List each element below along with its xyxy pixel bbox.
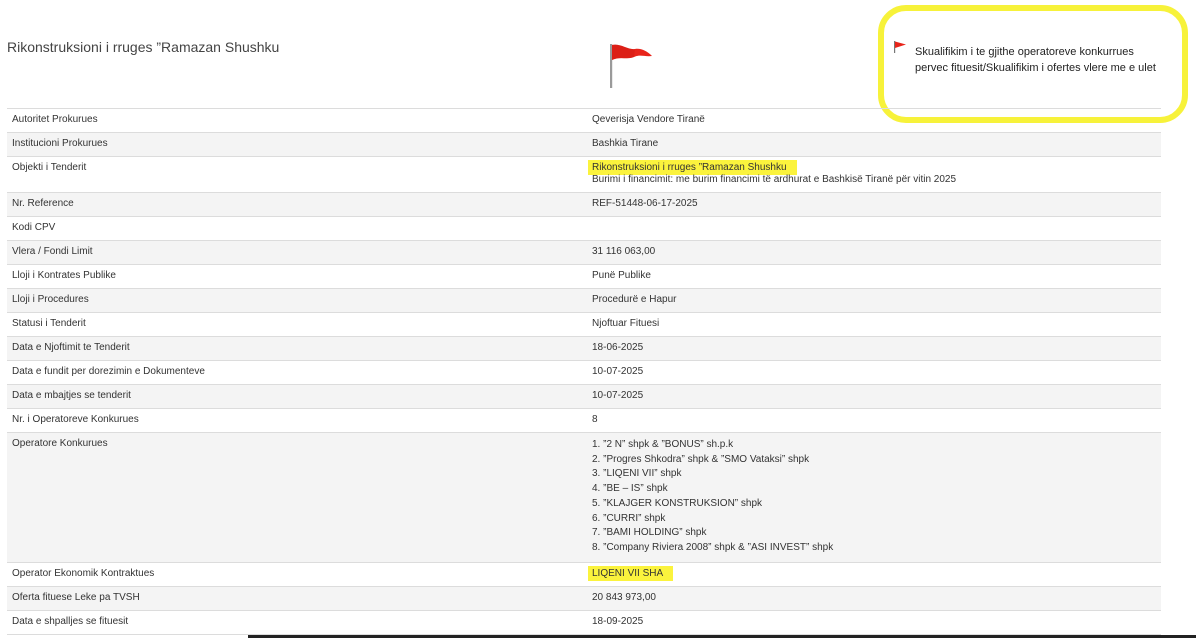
row-value: Punë Publike bbox=[587, 264, 1161, 289]
row-label: Lloji i Kontrates Publike bbox=[7, 264, 587, 289]
tender-details-table: Autoritet Prokurues Qeverisja Vendore Ti… bbox=[7, 108, 1161, 635]
row-label: Nr. Reference bbox=[7, 192, 587, 217]
row-label: Autoritet Prokurues bbox=[7, 108, 587, 133]
row-label: Data e mbajtjes se tenderit bbox=[7, 384, 587, 409]
row-value: Procedurë e Hapur bbox=[587, 288, 1161, 313]
table-row: Vlera / Fondi Limit 31 116 063,00 bbox=[7, 240, 1161, 265]
table-row: Lloji i Kontrates Publike Punë Publike bbox=[7, 264, 1161, 289]
row-value: 10-07-2025 bbox=[587, 360, 1161, 385]
row-label: Lloji i Procedures bbox=[7, 288, 587, 313]
table-row: Operator Ekonomik Kontraktues LIQENI VII… bbox=[7, 561, 1161, 587]
disqualification-note: Skualifikim i te gjithe operatoreve konk… bbox=[915, 46, 1156, 74]
row-label: Data e fundit per dorezimin e Dokumentev… bbox=[7, 360, 587, 385]
row-value: 8 bbox=[587, 408, 1161, 433]
row-label: Oferta fituese Leke pa TVSH bbox=[7, 585, 587, 611]
table-row: Oferta fituese Leke pa TVSH 20 843 973,0… bbox=[7, 585, 1161, 611]
contractor-highlight: LIQENI VII SHA bbox=[588, 565, 674, 581]
table-row: Statusi i Tenderit Njoftuar Fituesi bbox=[7, 312, 1161, 337]
operator-item: 2. ”Progres Shkodra” shpk & ”SMO Vataksi… bbox=[592, 453, 810, 465]
table-row: Institucioni Prokurues Bashkia Tirane bbox=[7, 132, 1161, 157]
row-value bbox=[587, 216, 1161, 241]
row-value: Njoftuar Fituesi bbox=[587, 312, 1161, 337]
row-value: 31 116 063,00 bbox=[587, 240, 1161, 265]
row-label: Operator Ekonomik Kontraktues bbox=[7, 561, 587, 587]
table-row: Data e mbajtjes se tenderit 10-07-2025 bbox=[7, 384, 1161, 409]
table-row: Data e shpalljes se fituesit 18-09-2025 bbox=[7, 609, 1161, 635]
row-label: Objekti i Tenderit bbox=[7, 156, 587, 193]
row-value: Qeverisja Vendore Tiranë bbox=[587, 108, 1161, 133]
operator-item: 7. ”BAMI HOLDING” shpk bbox=[592, 527, 707, 539]
tender-object-highlight: Rikonstruksioni i rruges ”Ramazan Shushk… bbox=[588, 160, 797, 175]
row-value: 10-07-2025 bbox=[587, 384, 1161, 409]
row-label: Data e Njoftimit te Tenderit bbox=[7, 336, 587, 361]
operator-item: 1. ”2 N” shpk & ”BONUS” sh.p.k bbox=[592, 439, 734, 450]
table-row: Autoritet Prokurues Qeverisja Vendore Ti… bbox=[7, 108, 1161, 133]
row-value: 1. ”2 N” shpk & ”BONUS” sh.p.k 2. ”Progr… bbox=[587, 432, 1161, 563]
row-value: 20 843 973,00 bbox=[587, 585, 1161, 611]
table-row: Data e fundit per dorezimin e Dokumentev… bbox=[7, 360, 1161, 385]
red-flag-icon bbox=[610, 44, 652, 88]
table-row: Operatore Konkurues 1. ”2 N” shpk & ”BON… bbox=[7, 432, 1161, 563]
small-red-flag-icon bbox=[894, 41, 906, 53]
row-value: REF-51448-06-17-2025 bbox=[587, 192, 1161, 217]
table-row: Nr. Reference REF-51448-06-17-2025 bbox=[7, 192, 1161, 217]
table-row: Objekti i Tenderit Rikonstruksioni i rru… bbox=[7, 156, 1161, 193]
row-label: Data e shpalljes se fituesit bbox=[7, 609, 587, 635]
table-row: Data e Njoftimit te Tenderit 18-06-2025 bbox=[7, 336, 1161, 361]
operator-item: 3. ”LIQENI VII” shpk bbox=[592, 468, 682, 480]
row-value: 18-09-2025 bbox=[587, 609, 1161, 635]
row-value: Bashkia Tirane bbox=[587, 132, 1161, 157]
table-row: Kodi CPV bbox=[7, 216, 1161, 241]
row-value: Rikonstruksioni i rruges ”Ramazan Shushk… bbox=[587, 156, 1161, 193]
row-label: Institucioni Prokurues bbox=[7, 132, 587, 157]
row-label: Vlera / Fondi Limit bbox=[7, 240, 587, 265]
table-row: Nr. i Operatoreve Konkurues 8 bbox=[7, 408, 1161, 433]
row-label: Kodi CPV bbox=[7, 216, 587, 241]
table-row: Lloji i Procedures Procedurë e Hapur bbox=[7, 288, 1161, 313]
row-label: Statusi i Tenderit bbox=[7, 312, 587, 337]
row-label: Nr. i Operatoreve Konkurues bbox=[7, 408, 587, 433]
operator-item: 4. ”BE – IS” shpk bbox=[592, 483, 668, 495]
operator-item: 6. ”CURRI” shpk bbox=[592, 512, 666, 524]
row-label: Operatore Konkurues bbox=[7, 432, 587, 563]
row-value: LIQENI VII SHA bbox=[587, 561, 1161, 587]
financing-source: Burimi i financimit: me burim financimi … bbox=[592, 174, 957, 185]
operator-item: 8. ”Company Riviera 2008” shpk & ”ASI IN… bbox=[592, 541, 834, 553]
page-title: Rikonstruksioni i rruges ”Ramazan Shushk… bbox=[7, 39, 280, 55]
row-value: 18-06-2025 bbox=[587, 336, 1161, 361]
operator-item: 5. ”KLAJGER KONSTRUKSION” shpk bbox=[592, 497, 763, 509]
